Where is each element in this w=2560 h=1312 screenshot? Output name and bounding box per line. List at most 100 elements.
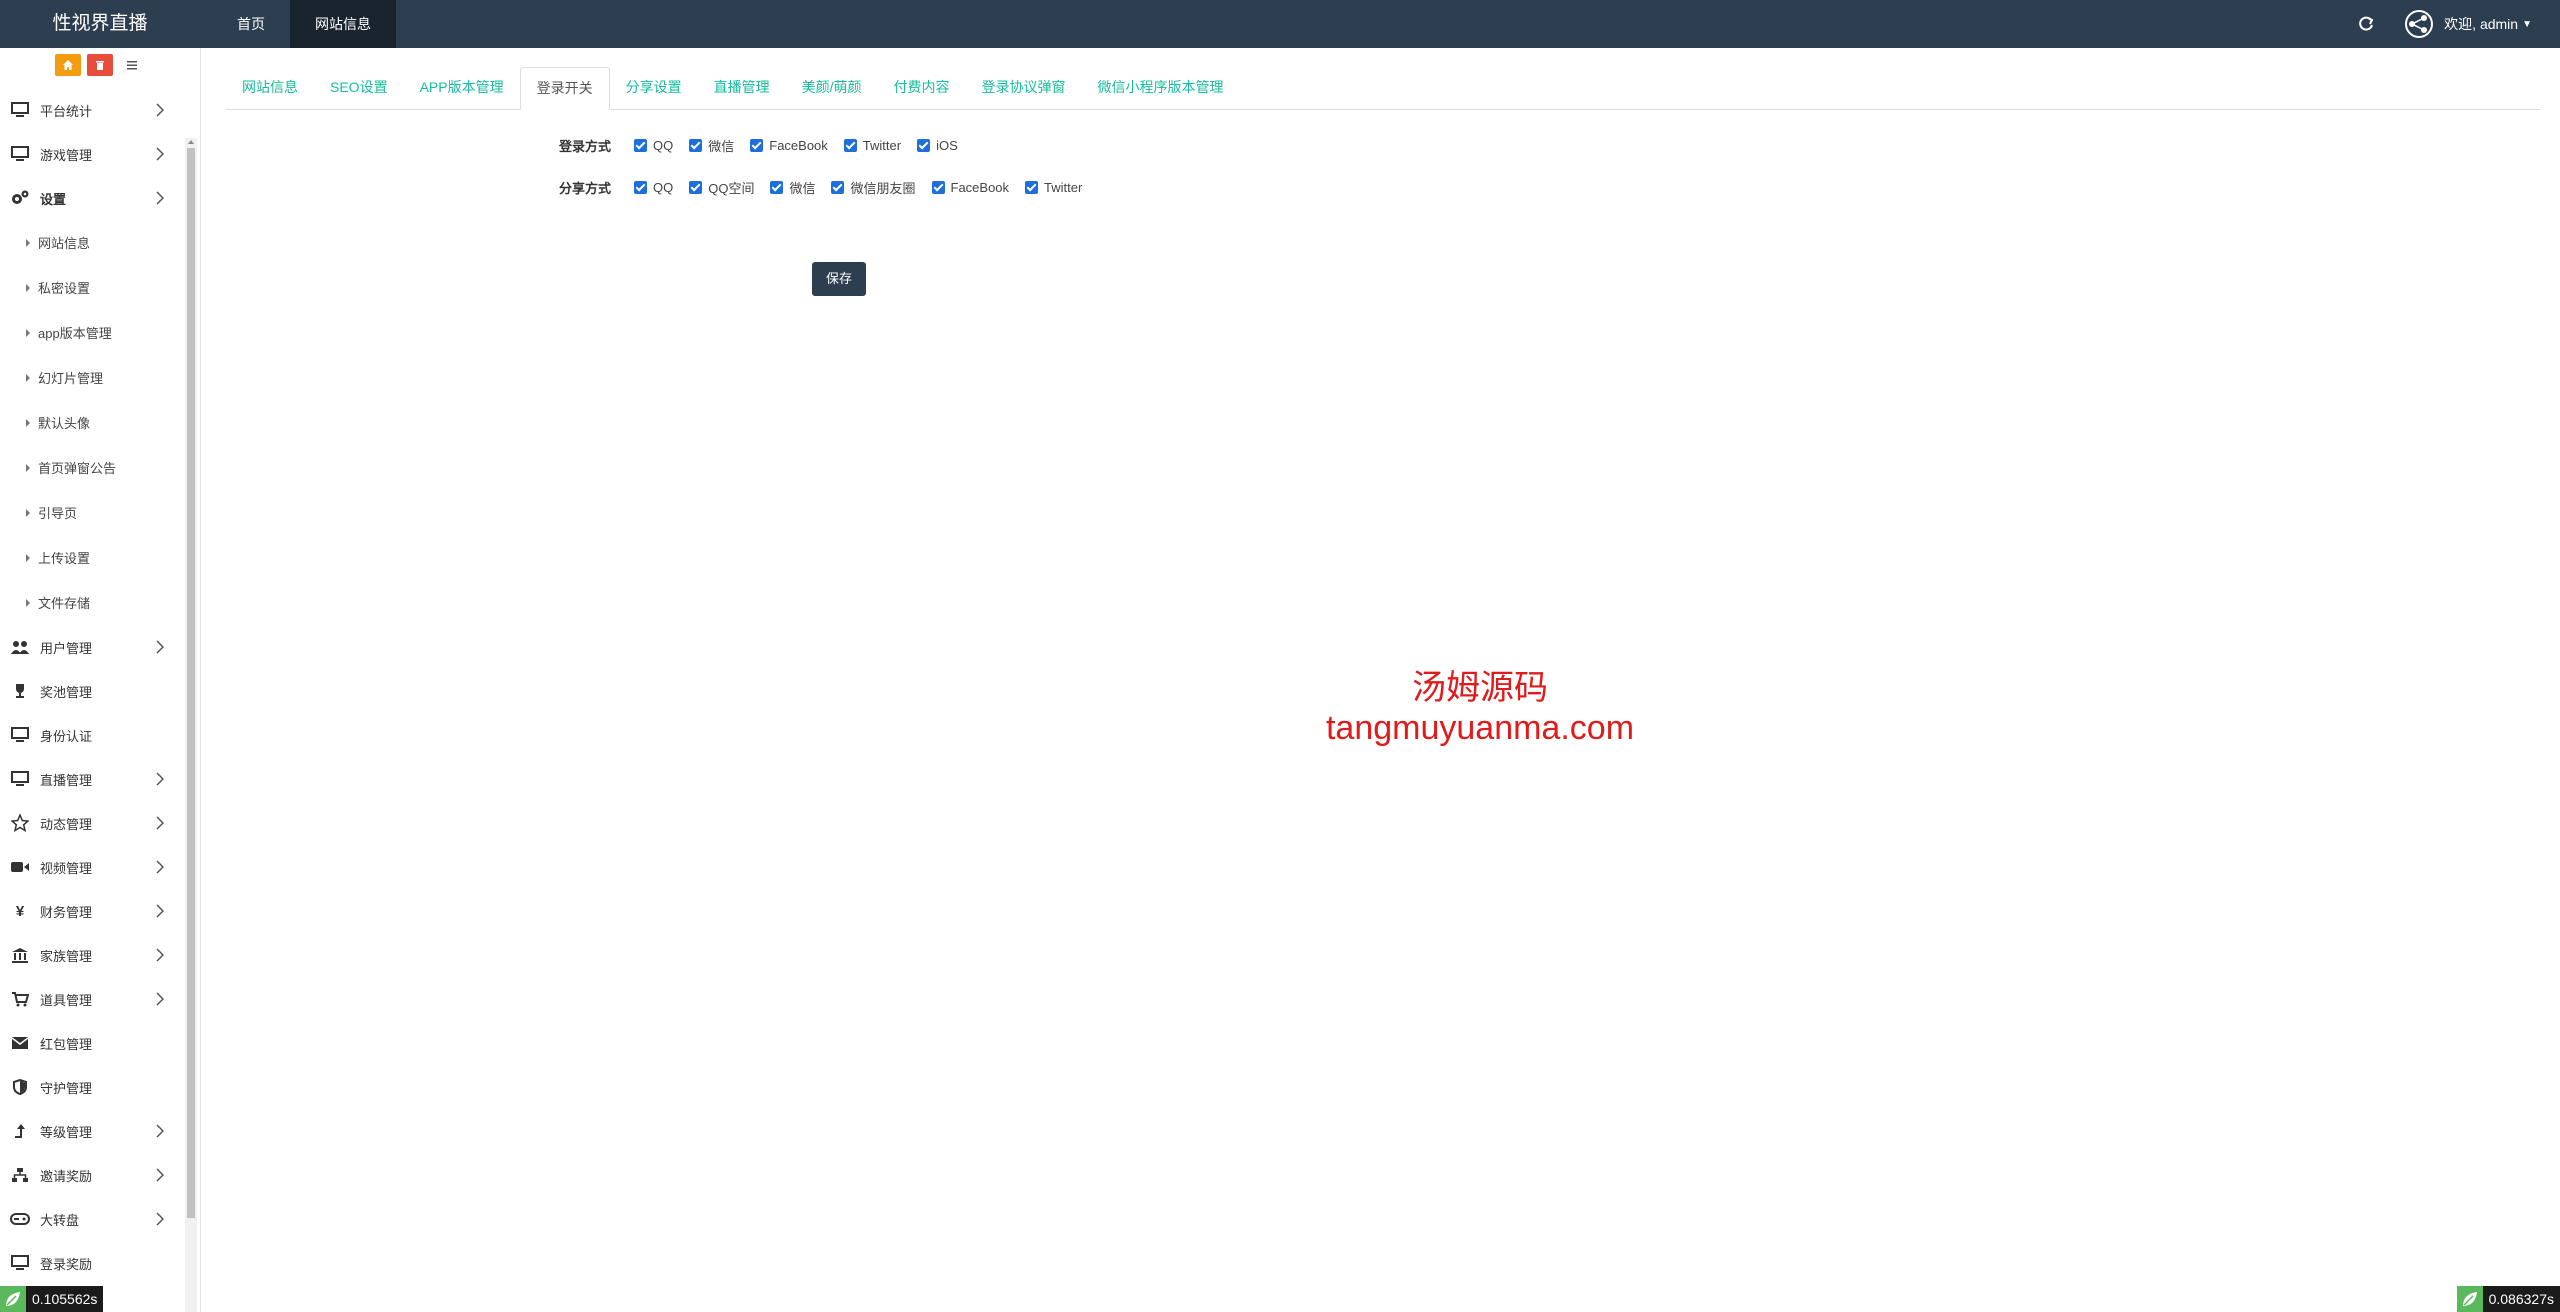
sidebar-item-jackpot[interactable]: 奖池管理 xyxy=(0,669,184,713)
checkbox-checked-icon[interactable] xyxy=(689,138,703,152)
sidebar-item-label: 直播管理 xyxy=(40,772,93,788)
tab-site-info[interactable]: 网站信息 xyxy=(226,67,314,108)
sidebar-item-label: 用户管理 xyxy=(40,640,93,656)
checkbox-share-qzone[interactable]: QQ空间 xyxy=(689,178,754,197)
save-button[interactable]: 保存 xyxy=(812,262,866,296)
checkbox-checked-icon[interactable] xyxy=(831,180,845,194)
home-icon[interactable] xyxy=(55,54,81,76)
checkbox-label: FaceBook xyxy=(769,137,828,153)
tab-beauty[interactable]: 美颜/萌颜 xyxy=(786,67,878,108)
sidebar-item-video[interactable]: 视频管理 xyxy=(0,845,184,889)
bank-icon xyxy=(10,945,30,965)
checkbox-share-facebook[interactable]: FaceBook xyxy=(931,180,1009,195)
chevron-right-icon xyxy=(156,1212,164,1226)
tab-app-version[interactable]: APP版本管理 xyxy=(404,67,520,108)
checkbox-checked-icon[interactable] xyxy=(1025,180,1039,194)
sidebar-item-live[interactable]: 直播管理 xyxy=(0,757,184,801)
brand-logo[interactable]: 性视界直播 xyxy=(0,0,200,48)
sidebar-item-wheel[interactable]: 大转盘 xyxy=(0,1197,184,1241)
chevron-right-icon xyxy=(156,948,164,962)
submenu-label: 首页弹窗公告 xyxy=(38,461,117,476)
sidebar-item-family[interactable]: 家族管理 xyxy=(0,933,184,977)
submenu-label: 默认头像 xyxy=(38,416,91,431)
submenu-label: 上传设置 xyxy=(38,551,91,566)
sidebar-item-invite[interactable]: 邀请奖励 xyxy=(0,1153,184,1197)
sidebar-scrollbar[interactable] xyxy=(185,138,197,1312)
submenu-item[interactable]: 网站信息 xyxy=(0,220,184,265)
caret-right-icon xyxy=(26,283,30,292)
sidebar-item-level[interactable]: 等级管理 xyxy=(0,1109,184,1153)
sidebar-item-game[interactable]: 游戏管理 xyxy=(0,132,184,176)
sidebar-item-props[interactable]: 道具管理 xyxy=(0,977,184,1021)
checkbox-checked-icon[interactable] xyxy=(843,138,857,152)
chevron-right-icon xyxy=(156,191,164,205)
caret-right-icon xyxy=(26,463,30,472)
checkbox-checked-icon[interactable] xyxy=(917,138,931,152)
sidebar-item-dynamic[interactable]: 动态管理 xyxy=(0,801,184,845)
tab-share[interactable]: 分享设置 xyxy=(610,67,698,108)
monitor-icon xyxy=(10,1253,30,1273)
tab-live[interactable]: 直播管理 xyxy=(698,67,786,108)
submenu-item[interactable]: 首页弹窗公告 xyxy=(0,445,184,490)
top-nav: 首页 网站信息 xyxy=(212,0,396,48)
submenu-item[interactable]: 私密设置 xyxy=(0,265,184,310)
checkbox-login-wechat[interactable]: 微信 xyxy=(689,136,734,155)
checkbox-login-facebook[interactable]: FaceBook xyxy=(750,138,828,153)
scrollbar-thumb[interactable] xyxy=(187,148,195,1218)
checkbox-share-twitter[interactable]: Twitter xyxy=(1025,180,1082,195)
sidebar-item-users[interactable]: 用户管理 xyxy=(0,625,184,669)
welcome-text: 欢迎, admin xyxy=(2444,16,2519,32)
submenu-item[interactable]: 默认头像 xyxy=(0,400,184,445)
sidebar-item-label: 身份认证 xyxy=(40,728,93,744)
refresh-icon[interactable] xyxy=(2356,14,2376,34)
checkbox-share-qq[interactable]: QQ xyxy=(634,180,673,195)
submenu-item[interactable]: 文件存储 xyxy=(0,580,184,625)
envelope-icon xyxy=(10,1033,30,1053)
submenu-item[interactable]: 上传设置 xyxy=(0,535,184,580)
submenu-item[interactable]: 引导页 xyxy=(0,490,184,535)
sidebar-item-login-reward[interactable]: 登录奖励 xyxy=(0,1241,184,1285)
tab-login-switch[interactable]: 登录开关 xyxy=(519,67,610,110)
checkbox-checked-icon[interactable] xyxy=(931,180,945,194)
submenu-label: 引导页 xyxy=(38,506,78,521)
avatar-icon[interactable] xyxy=(2404,9,2434,39)
submenu-item[interactable]: 幻灯片管理 xyxy=(0,355,184,400)
submenu-item[interactable]: app版本管理 xyxy=(0,310,184,355)
user-menu[interactable]: 欢迎, admin ▼ xyxy=(2444,14,2532,34)
checkbox-share-wechat-moments[interactable]: 微信朋友圈 xyxy=(831,178,916,197)
checkbox-checked-icon[interactable] xyxy=(634,180,647,194)
trash-icon[interactable] xyxy=(87,54,113,76)
scroll-up-arrow-icon[interactable] xyxy=(188,140,194,144)
checkbox-login-qq[interactable]: QQ xyxy=(634,138,673,153)
tab-login-agreement[interactable]: 登录协议弹窗 xyxy=(965,67,1081,108)
sidebar-item-label: 邀请奖励 xyxy=(40,1168,93,1184)
sidebar-item-label: 平台统计 xyxy=(40,103,93,119)
watermark: 汤姆源码 tangmuyuanma.com xyxy=(1300,668,1660,748)
checkbox-checked-icon[interactable] xyxy=(750,138,764,152)
checkbox-checked-icon[interactable] xyxy=(689,180,703,194)
sidebar-item-finance[interactable]: ¥ 财务管理 xyxy=(0,889,184,933)
monitor-icon xyxy=(10,725,30,745)
monitor-icon xyxy=(10,769,30,789)
leaf-icon xyxy=(0,1286,26,1312)
checkbox-login-twitter[interactable]: Twitter xyxy=(843,138,901,153)
gamepad-icon xyxy=(10,1209,30,1229)
checkbox-login-ios[interactable]: iOS xyxy=(917,138,958,153)
checkbox-share-wechat[interactable]: 微信 xyxy=(770,178,815,197)
checkbox-checked-icon[interactable] xyxy=(770,180,784,194)
sidebar-item-guard[interactable]: 守护管理 xyxy=(0,1065,184,1109)
topnav-home[interactable]: 首页 xyxy=(212,0,290,48)
tab-seo[interactable]: SEO设置 xyxy=(314,67,404,108)
tab-wechat-miniprogram[interactable]: 微信小程序版本管理 xyxy=(1081,67,1239,108)
sidebar-item-platform-stats[interactable]: 平台统计 xyxy=(0,88,184,132)
topnav-site-info[interactable]: 网站信息 xyxy=(290,0,396,48)
checkbox-checked-icon[interactable] xyxy=(634,138,647,152)
submenu-label: app版本管理 xyxy=(38,326,112,341)
tab-paid-content[interactable]: 付费内容 xyxy=(877,67,965,108)
list-icon[interactable] xyxy=(119,54,145,76)
sidebar-item-settings[interactable]: 设置 xyxy=(0,176,184,220)
debug-timer-right: 0.086327s xyxy=(2456,1286,2560,1312)
sidebar-item-redpacket[interactable]: 红包管理 xyxy=(0,1021,184,1065)
sidebar-item-identity[interactable]: 身份认证 xyxy=(0,713,184,757)
caret-right-icon xyxy=(26,328,30,337)
